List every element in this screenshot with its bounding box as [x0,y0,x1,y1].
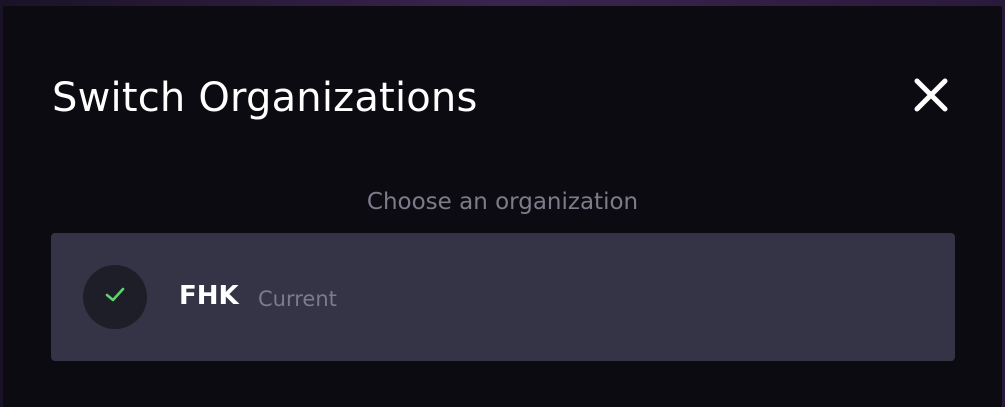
choose-organization-label: Choose an organization [366,189,639,215]
organization-item-fhk[interactable]: FHK Current [51,233,955,361]
close-icon [913,77,949,113]
modal-title: Switch Organizations [52,75,478,121]
current-indicator [83,265,147,329]
organization-name: FHK [179,281,239,311]
close-button[interactable] [908,72,954,118]
switch-organizations-modal: Switch Organizations Choose an organizat… [3,6,1002,407]
check-icon [104,286,126,308]
current-badge: Current [258,287,337,311]
